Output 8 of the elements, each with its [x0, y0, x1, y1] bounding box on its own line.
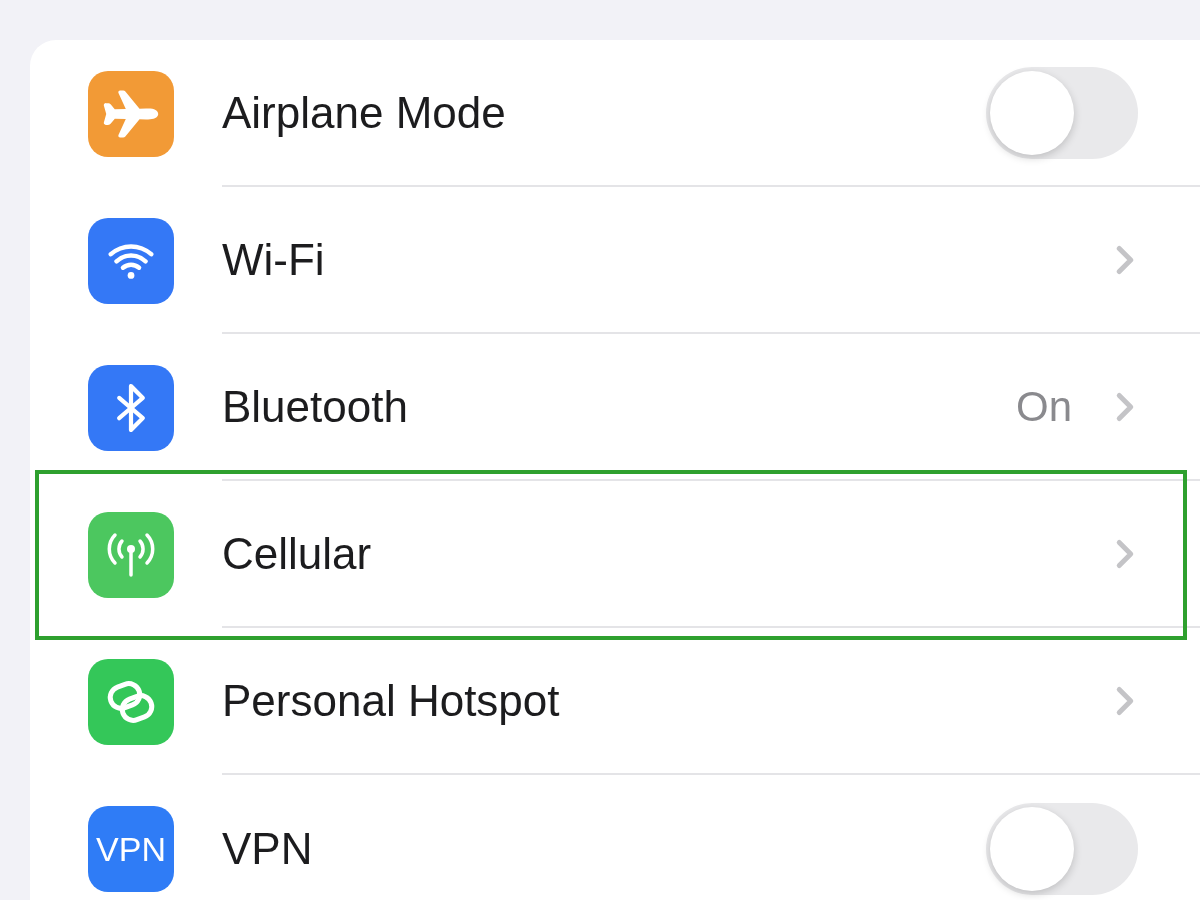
setting-label: Airplane Mode	[222, 86, 507, 139]
setting-label: Bluetooth	[222, 380, 409, 433]
icon-label: VPN	[96, 831, 166, 866]
setting-label: Cellular	[222, 527, 373, 580]
setting-label: Wi-Fi	[222, 233, 326, 286]
setting-value: On	[1015, 382, 1072, 432]
setting-label: Personal Hotspot	[222, 674, 561, 727]
setting-label: VPN	[222, 822, 314, 875]
